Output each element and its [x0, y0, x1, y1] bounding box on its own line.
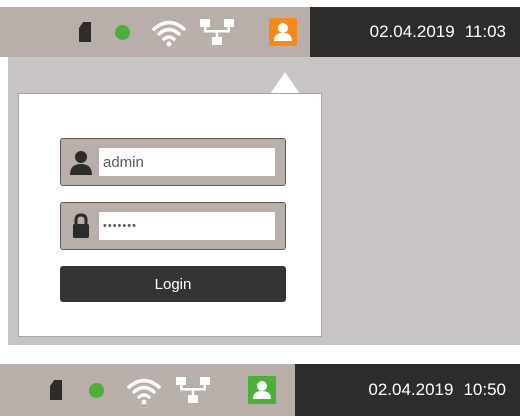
popup-pointer — [270, 72, 300, 94]
user-button[interactable] — [241, 364, 283, 416]
wifi-icon — [152, 20, 186, 47]
username-field — [60, 138, 286, 186]
date-label: 02.04.2019 — [368, 380, 454, 399]
user-field-icon — [67, 145, 95, 179]
status-bar-bottom: 02.04.2019 10:50 — [0, 364, 520, 416]
status-icons-area — [0, 7, 310, 57]
password-input[interactable] — [99, 212, 275, 240]
network-icon — [176, 377, 210, 403]
status-led-icon — [89, 383, 104, 398]
sd-card-icon — [79, 22, 91, 42]
status-led-icon — [115, 25, 130, 40]
user-icon — [269, 18, 297, 46]
username-input[interactable] — [99, 148, 275, 176]
clock-area: 02.04.2019 11:03 — [310, 7, 520, 57]
date-label: 02.04.2019 — [369, 22, 455, 41]
time-label: 11:03 — [464, 22, 506, 41]
user-icon — [248, 376, 276, 404]
network-icon — [200, 19, 234, 45]
sd-card-icon — [50, 380, 62, 400]
status-bar-top: 02.04.2019 11:03 — [0, 7, 520, 57]
lock-icon — [67, 209, 95, 243]
password-field — [60, 202, 286, 250]
wifi-icon — [127, 378, 161, 405]
status-icons-area — [0, 364, 295, 416]
login-button[interactable]: Login — [60, 266, 286, 302]
clock-area: 02.04.2019 10:50 — [295, 364, 520, 416]
time-label: 10:50 — [463, 380, 506, 399]
user-button[interactable] — [262, 7, 304, 57]
